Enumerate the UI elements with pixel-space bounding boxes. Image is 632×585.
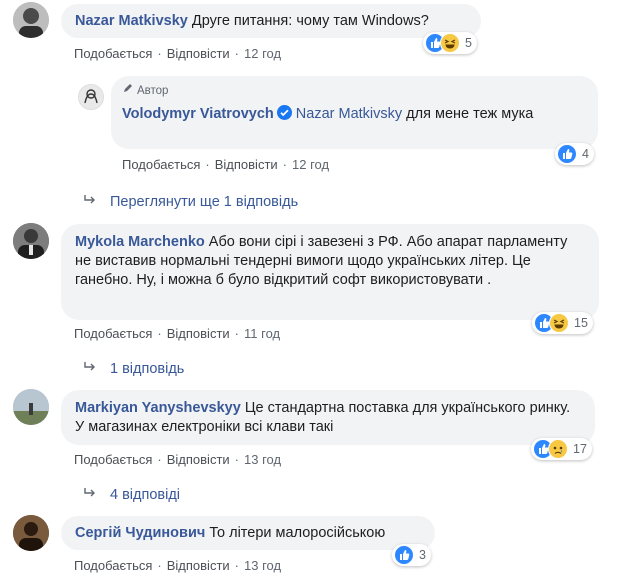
avatar-mykola[interactable] <box>13 223 49 259</box>
comment-bubble: Markiyan Yanyshevskyy Це стандартна пост… <box>61 390 595 445</box>
author-badge: Автор <box>122 82 168 101</box>
comment-actions: Подобається · Відповісти · 11 год <box>74 326 281 341</box>
comment-bubble: Автор Volodymyr Viatrovych Nazar Matkivsk… <box>111 76 598 149</box>
like-button[interactable]: Подобається <box>74 558 152 573</box>
like-icon <box>557 144 577 164</box>
comment-bubble: Nazar Matkivsky Друге питання: чому там … <box>61 4 481 38</box>
like-button[interactable]: Подобається <box>74 452 152 467</box>
view-replies[interactable]: 1 відповідь <box>83 360 184 378</box>
comment-bubble: Mykola Marchenko Або вони сірі і завезен… <box>61 224 599 320</box>
like-button[interactable]: Подобається <box>74 326 152 341</box>
mention-link[interactable]: Nazar Matkivsky <box>296 106 402 122</box>
avatar-nazar[interactable] <box>13 2 49 38</box>
reaction-summary[interactable]: 4 <box>555 143 594 165</box>
comment-actions: Подобається · Відповісти · 12 год <box>122 157 330 172</box>
like-button[interactable]: Подобається <box>74 46 152 61</box>
comment-author[interactable]: Volodymyr Viatrovych <box>122 106 274 122</box>
reaction-summary[interactable]: 17 <box>531 438 592 460</box>
reply-button[interactable]: Відповісти <box>167 452 230 467</box>
reply-button[interactable]: Відповісти <box>167 326 230 341</box>
pencil-icon <box>122 82 134 101</box>
comment-time[interactable]: 12 год <box>244 46 281 61</box>
avatar-viatrovych[interactable] <box>78 84 104 110</box>
comment-actions: Подобається · Відповісти · 13 год <box>74 452 282 467</box>
reply-button[interactable]: Відповісти <box>167 46 230 61</box>
reply-button[interactable]: Відповісти <box>215 157 278 172</box>
view-replies[interactable]: 4 відповіді <box>83 486 180 504</box>
sad-icon <box>548 439 568 459</box>
avatar-markiyan[interactable] <box>13 389 49 425</box>
comment-actions: Подобається · Відповісти · 13 год <box>74 558 282 573</box>
comment-actions: Подобається · Відповісти · 12 год <box>74 46 282 61</box>
reply-button[interactable]: Відповісти <box>167 558 230 573</box>
comment-time[interactable]: 13 год <box>244 558 281 573</box>
comment-text: для мене теж мука <box>406 106 534 122</box>
comment-bubble: Сергій Чудинович То літери малоросійсько… <box>61 516 435 550</box>
comment-author[interactable]: Сергій Чудинович <box>75 525 205 541</box>
reaction-count: 4 <box>582 147 589 161</box>
comment-time[interactable]: 13 год <box>244 452 281 467</box>
reaction-count: 3 <box>419 548 426 562</box>
reply-arrow-icon <box>83 486 110 504</box>
reply-arrow-icon <box>83 193 110 211</box>
haha-icon <box>549 313 569 333</box>
view-more-replies[interactable]: Переглянути ще 1 відповідь <box>83 193 298 211</box>
reaction-count: 5 <box>465 36 472 50</box>
verified-icon <box>276 105 292 120</box>
reply-arrow-icon <box>83 360 110 378</box>
comment-time[interactable]: 12 год <box>292 157 329 172</box>
reaction-summary[interactable]: 15 <box>532 312 593 334</box>
like-icon <box>394 545 414 565</box>
comment-text: Друге питання: чому там Windows? <box>191 13 429 29</box>
comment-author[interactable]: Mykola Marchenko <box>75 234 205 250</box>
comment-text: То літери малоросійською <box>209 525 386 541</box>
like-button[interactable]: Подобається <box>122 157 200 172</box>
reaction-summary[interactable]: 3 <box>392 544 431 566</box>
comment-author[interactable]: Markiyan Yanyshevskyy <box>75 400 241 416</box>
avatar-serhiy[interactable] <box>13 515 49 551</box>
haha-icon <box>440 33 460 53</box>
reaction-count: 15 <box>574 316 588 330</box>
comment-author[interactable]: Nazar Matkivsky <box>75 13 188 29</box>
reaction-count: 17 <box>573 442 587 456</box>
reaction-summary[interactable]: 5 <box>423 32 477 54</box>
comment-time[interactable]: 11 год <box>244 326 280 341</box>
